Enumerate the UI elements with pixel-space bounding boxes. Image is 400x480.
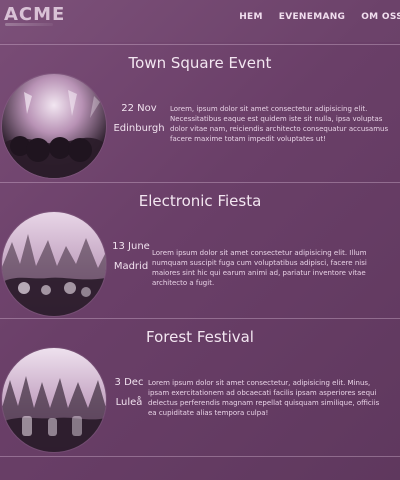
event-photo <box>2 348 106 452</box>
nav-link-hem[interactable]: HEM <box>239 12 263 22</box>
festival-crowd-image <box>2 212 106 316</box>
event-city: Edinburgh <box>113 123 165 134</box>
concert-crowd-image <box>2 74 106 178</box>
event-description: Lorem ipsum dolor sit amet consectetur, … <box>148 379 380 417</box>
event-card-electronic-fiesta: Electronic Fiesta 13 June Madrid Lorem i… <box>0 182 400 320</box>
event-photo <box>2 74 106 178</box>
event-description: Lorem, ipsum dolor sit amet consectetur … <box>170 105 389 143</box>
event-card-town-square: Town Square Event 22 Nov Edinburgh Lorem <box>0 44 400 182</box>
forest-crowd-image <box>2 348 106 452</box>
main-nav: HEM EVENEMANG OM OSS <box>239 12 400 22</box>
nav-link-om-oss[interactable]: OM OSS <box>361 12 400 22</box>
event-title[interactable]: Forest Festival <box>0 328 400 346</box>
site-header: ACME HEM EVENEMANG OM OSS <box>0 0 400 42</box>
event-date: 22 Nov <box>121 103 157 114</box>
event-date-block: 22 Nov Edinburgh <box>110 102 168 136</box>
event-title[interactable]: Town Square Event <box>0 54 400 72</box>
nav-link-evenemang[interactable]: EVENEMANG <box>279 12 345 22</box>
event-card-forest-festival: Forest Festival 3 Dec Luleå Lorem ipsum … <box>0 318 400 456</box>
event-photo <box>2 212 106 316</box>
event-title[interactable]: Electronic Fiesta <box>0 192 400 210</box>
logo-tagline-bar <box>5 23 53 26</box>
event-divider <box>0 456 400 457</box>
site-logo[interactable]: ACME <box>4 4 65 25</box>
event-description: Lorem ipsum dolor sit amet consectetur a… <box>152 249 367 287</box>
